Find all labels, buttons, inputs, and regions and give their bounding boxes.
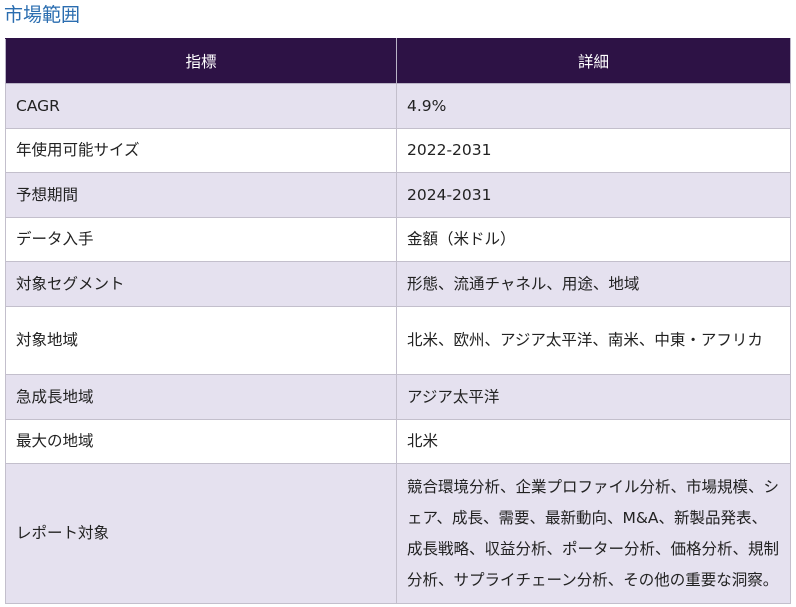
metric-cell: 急成長地域 — [5, 374, 397, 420]
table-row: レポート対象 競合環境分析、企業プロファイル分析、市場規模、シェア、成長、需要、… — [5, 463, 791, 604]
table-header: 指標 詳細 — [5, 38, 791, 84]
detail-cell: アジア太平洋 — [396, 374, 791, 420]
detail-cell: 形態、流通チャネル、用途、地域 — [396, 261, 791, 307]
section-title: 市場範囲 — [4, 4, 81, 26]
metric-cell: CAGR — [5, 83, 397, 129]
market-scope-table: 指標 詳細 CAGR 4.9% 年使用可能サイズ 2022-2031 予想期間 … — [5, 38, 791, 604]
table-body: CAGR 4.9% 年使用可能サイズ 2022-2031 予想期間 2024-2… — [5, 83, 791, 604]
table-row: 予想期間 2024-2031 — [5, 172, 791, 218]
detail-cell: 競合環境分析、企業プロファイル分析、市場規模、シェア、成長、需要、最新動向、M&… — [396, 463, 791, 604]
detail-cell: 北米 — [396, 419, 791, 464]
table-row: 対象セグメント 形態、流通チャネル、用途、地域 — [5, 261, 791, 307]
column-header-detail: 詳細 — [396, 38, 791, 84]
metric-cell: データ入手 — [5, 217, 397, 262]
metric-cell: 予想期間 — [5, 172, 397, 218]
detail-cell: 2024-2031 — [396, 172, 791, 218]
table-row: 最大の地域 北米 — [5, 419, 791, 464]
detail-cell: 4.9% — [396, 83, 791, 129]
detail-cell: 2022-2031 — [396, 128, 791, 173]
metric-cell: 最大の地域 — [5, 419, 397, 464]
metric-cell: 年使用可能サイズ — [5, 128, 397, 173]
detail-cell: 北米、欧州、アジア太平洋、南米、中東・アフリカ — [396, 306, 791, 375]
metric-cell: 対象セグメント — [5, 261, 397, 307]
table-row: データ入手 金額（米ドル） — [5, 217, 791, 262]
table-row: 対象地域 北米、欧州、アジア太平洋、南米、中東・アフリカ — [5, 306, 791, 375]
header-row: 指標 詳細 — [5, 38, 791, 84]
table-row: 急成長地域 アジア太平洋 — [5, 374, 791, 420]
table-row: 年使用可能サイズ 2022-2031 — [5, 128, 791, 173]
table-row: CAGR 4.9% — [5, 83, 791, 129]
metric-cell: 対象地域 — [5, 306, 397, 375]
metric-cell: レポート対象 — [5, 463, 397, 604]
detail-cell: 金額（米ドル） — [396, 217, 791, 262]
column-header-metric: 指標 — [5, 38, 397, 84]
